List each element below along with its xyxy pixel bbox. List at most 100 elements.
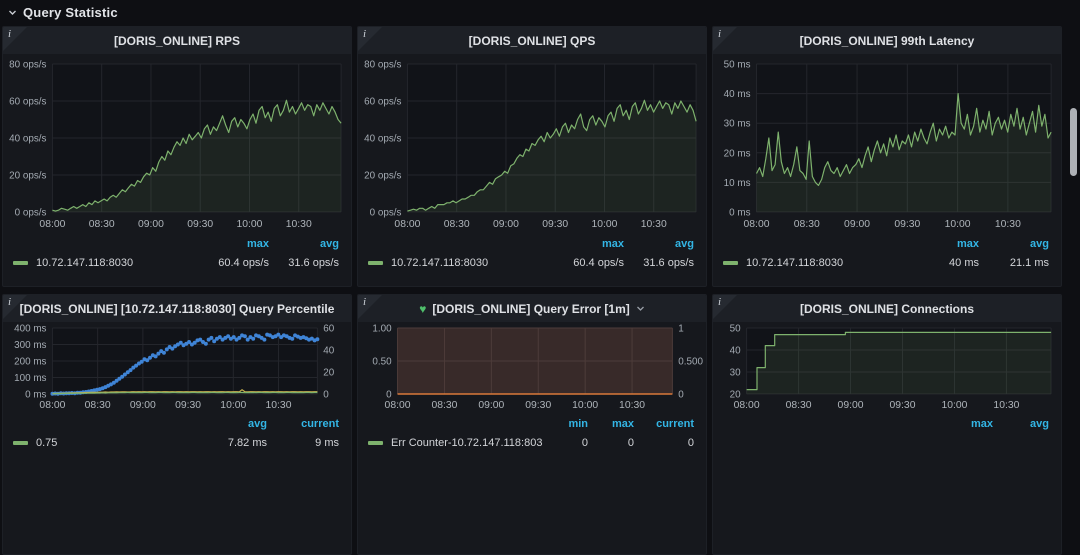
svg-text:09:30: 09:30	[175, 400, 201, 411]
svg-text:10:00: 10:00	[945, 219, 971, 230]
svg-text:08:30: 08:30	[794, 219, 820, 230]
panel-title[interactable]: [DORIS_ONLINE] 99th Latency	[713, 27, 1061, 54]
row-header[interactable]: Query Statistic	[0, 0, 1080, 24]
legend-series-name[interactable]: 10.72.147.118:8030	[746, 257, 899, 269]
svg-text:80 ops/s: 80 ops/s	[9, 59, 46, 70]
info-icon[interactable]: i	[3, 27, 27, 51]
legend-value: 40 ms	[949, 257, 979, 269]
svg-text:0.500: 0.500	[678, 356, 703, 367]
legend-header-max[interactable]: max	[899, 238, 979, 250]
panel-title[interactable]: [DORIS_ONLINE] RPS	[3, 27, 351, 54]
legend-series-name[interactable]: 10.72.147.118:8030	[36, 257, 189, 269]
panel-title[interactable]: [DORIS_ONLINE] [10.72.147.118:8030] Quer…	[3, 295, 351, 322]
svg-text:09:00: 09:00	[130, 400, 156, 411]
svg-text:09:30: 09:30	[525, 400, 551, 411]
legend-header-avg[interactable]: avg	[993, 418, 1049, 430]
connections-chart[interactable]: 20 30 40 50 08:00 08:30 09:00 09:30 10:00 10:30	[713, 322, 1061, 414]
panel-title[interactable]: ♥ [DORIS_ONLINE] Query Error [1m]	[358, 295, 706, 322]
legend-series-name[interactable]: 0.75	[36, 437, 195, 449]
legend-header-avg[interactable]: avg	[624, 238, 694, 250]
legend-header-max[interactable]: max	[937, 418, 993, 430]
svg-text:08:30: 08:30	[85, 400, 111, 411]
latency-chart[interactable]: 0 ms 10 ms 20 ms 30 ms 40 ms 50 ms 08:00 08:30 0…	[713, 54, 1061, 234]
svg-text:50 ms: 50 ms	[724, 59, 751, 70]
legend-value: 0	[627, 437, 634, 449]
panel-connections: i [DORIS_ONLINE] Connections 20 30 40 50 08:…	[712, 294, 1062, 555]
legend-row: Err Counter-10.72.147.118:8030 0 0 0	[368, 434, 694, 452]
svg-text:09:00: 09:00	[844, 219, 870, 230]
legend-header-current[interactable]: current	[267, 418, 339, 430]
svg-text:10:00: 10:00	[220, 400, 246, 411]
panel-title[interactable]: [DORIS_ONLINE] Connections	[713, 295, 1061, 322]
rps-chart[interactable]: 0 ops/s 20 ops/s 40 ops/s 60 ops/s 80 ops/s 0…	[3, 54, 351, 234]
info-icon[interactable]: i	[713, 295, 737, 319]
legend-series-name[interactable]: Err Counter-10.72.147.118:8030	[391, 437, 542, 449]
percentile-chart[interactable]: 0 ms 100 ms 200 ms 300 ms 400 ms 08:00 08:30 09…	[3, 322, 351, 414]
svg-text:0 ops/s: 0 ops/s	[15, 207, 47, 218]
legend: avg current 0.75 7.82 ms 9 ms	[3, 414, 351, 452]
panel-query-error: i ♥ [DORIS_ONLINE] Query Error [1m] 0 0.5…	[357, 294, 707, 555]
series-swatch[interactable]	[13, 261, 28, 265]
heart-icon: ♥	[419, 301, 427, 316]
svg-text:10:30: 10:30	[286, 219, 312, 230]
panel-query-percentile: i [DORIS_ONLINE] [10.72.147.118:8030] Qu…	[2, 294, 352, 555]
legend: max avg 10.72.147.118:8030 60.4 ops/s 31.6 o…	[358, 234, 706, 272]
panel-title-text: [DORIS_ONLINE] Query Error [1m]	[432, 301, 630, 316]
legend-header-avg[interactable]: avg	[269, 238, 339, 250]
legend-row: 10.72.147.118:8030 40 ms 21.1 ms	[723, 254, 1049, 272]
svg-text:09:00: 09:00	[493, 219, 519, 230]
svg-text:08:00: 08:00	[39, 400, 65, 411]
legend: min max current Err Counter-10.72.147.118:8…	[358, 414, 706, 452]
legend-value: 31.6 ops/s	[643, 257, 694, 269]
legend-row: 0.75 7.82 ms 9 ms	[13, 434, 339, 452]
series-swatch[interactable]	[723, 261, 738, 265]
svg-text:60 ops/s: 60 ops/s	[9, 96, 46, 107]
svg-text:10:00: 10:00	[236, 219, 262, 230]
series-swatch[interactable]	[13, 441, 28, 445]
svg-text:40 ops/s: 40 ops/s	[364, 133, 401, 144]
series-swatch[interactable]	[368, 261, 383, 265]
legend-header-row: max avg	[723, 236, 1049, 252]
series-swatch[interactable]	[368, 441, 383, 445]
svg-text:09:00: 09:00	[138, 219, 164, 230]
svg-text:10:30: 10:30	[641, 219, 667, 230]
info-icon[interactable]: i	[3, 295, 27, 319]
svg-text:08:00: 08:00	[744, 219, 770, 230]
svg-text:20 ms: 20 ms	[724, 148, 751, 159]
info-icon[interactable]: i	[358, 27, 382, 51]
chevron-down-icon	[636, 304, 645, 313]
legend-header-row: max avg	[723, 416, 1049, 432]
legend: max avg 10.72.147.118:8030 60.4 ops/s 31.6 o…	[3, 234, 351, 272]
svg-text:60 ops/s: 60 ops/s	[364, 96, 401, 107]
svg-text:09:30: 09:30	[187, 219, 213, 230]
svg-text:40 ops/s: 40 ops/s	[9, 133, 46, 144]
svg-text:1.00: 1.00	[372, 323, 392, 334]
svg-text:100 ms: 100 ms	[14, 373, 46, 384]
svg-text:20 ops/s: 20 ops/s	[9, 170, 46, 181]
svg-text:08:00: 08:00	[385, 400, 411, 411]
panel-title[interactable]: [DORIS_ONLINE] QPS	[358, 27, 706, 54]
legend-row: 10.72.147.118:8030 60.4 ops/s 31.6 ops/s	[13, 254, 339, 272]
legend-header-max[interactable]: max	[544, 238, 624, 250]
legend-header-avg[interactable]: avg	[979, 238, 1049, 250]
svg-text:60: 60	[323, 323, 334, 334]
svg-text:09:00: 09:00	[838, 400, 864, 411]
panel-title-text: [DORIS_ONLINE] 99th Latency	[799, 33, 975, 48]
legend-header-max[interactable]: max	[189, 238, 269, 250]
legend-header-max[interactable]: max	[588, 418, 634, 430]
qps-chart[interactable]: 0 ops/s 20 ops/s 40 ops/s 60 ops/s 80 ops/s 0…	[358, 54, 706, 234]
legend-series-name[interactable]: 10.72.147.118:8030	[391, 257, 544, 269]
panel-rps: i [DORIS_ONLINE] RPS 0 ops/s 20 ops/s 40 o…	[2, 26, 352, 287]
svg-text:30 ms: 30 ms	[724, 119, 751, 130]
scrollbar[interactable]	[1070, 108, 1077, 176]
svg-text:0: 0	[323, 389, 329, 400]
error-chart[interactable]: 0 0.50 1.00 08:00 08:30 09:00 09:30 10:00 10:30 0…	[358, 322, 706, 414]
svg-text:0 ms: 0 ms	[25, 389, 46, 400]
legend-header-current[interactable]: current	[634, 418, 694, 430]
legend-value: 21.1 ms	[1009, 257, 1049, 269]
info-icon[interactable]: i	[358, 295, 382, 319]
legend-header-min[interactable]: min	[542, 418, 588, 430]
svg-text:10 ms: 10 ms	[724, 178, 751, 189]
legend-header-avg[interactable]: avg	[195, 418, 267, 430]
info-icon[interactable]: i	[713, 27, 737, 51]
